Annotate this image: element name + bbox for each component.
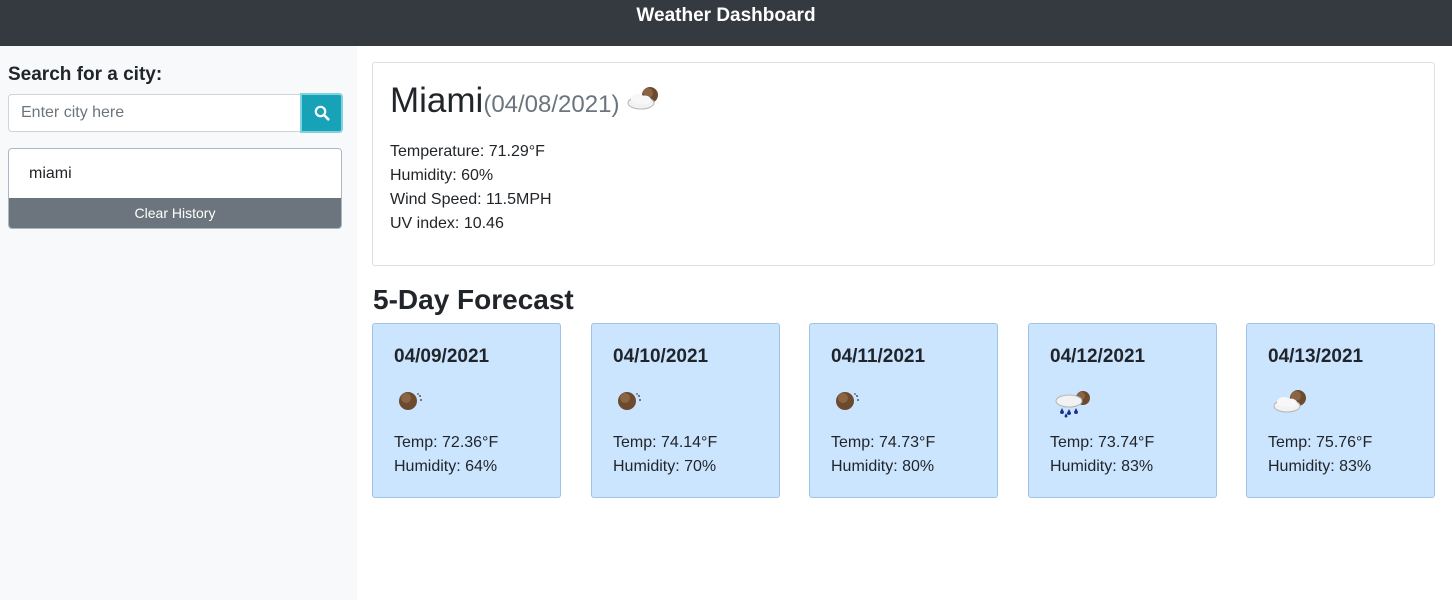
wind-speed-text: Wind Speed: 11.5MPH (390, 191, 552, 208)
forecast-temp: Temp: 74.73°F (831, 434, 936, 451)
forecast-humidity: Humidity: 83% (1050, 458, 1154, 475)
history-item-miami[interactable]: miami (9, 149, 341, 198)
forecast-date: 04/12/2021 (1050, 346, 1146, 367)
search-label: Search for a city: (8, 64, 163, 85)
forecast-humidity: Humidity: 83% (1268, 458, 1372, 475)
city-name: Miami (390, 81, 484, 120)
forecast-card: 04/10/2021 Temp: 74.14°F Humidity: 70% (591, 323, 780, 498)
forecast-humidity: Humidity: 80% (831, 458, 935, 475)
forecast-card: 04/09/2021 Temp: 72.36°F Humidity: 64% (372, 323, 561, 498)
clear-night-icon (614, 386, 646, 417)
forecast-humidity: Humidity: 64% (394, 458, 498, 475)
search-icon (314, 105, 330, 121)
search-button[interactable] (300, 93, 343, 133)
clear-night-icon (832, 386, 864, 417)
forecast-temp: Temp: 75.76°F (1268, 434, 1373, 451)
forecast-temp: Temp: 72.36°F (394, 434, 499, 451)
search-history: miami Clear History (8, 148, 342, 229)
current-weather-card: Miami (04/08/2021) Temperature: 71.29°F … (372, 62, 1435, 266)
forecast-date: 04/10/2021 (613, 346, 709, 367)
forecast-card: 04/13/2021 Temp: 75.76°F Humidity: 83% (1246, 323, 1435, 498)
forecast-title: 5-Day Forecast (373, 284, 574, 315)
humidity-text: Humidity: 60% (390, 167, 494, 184)
uv-index-text: UV index: 10.46 (390, 215, 504, 232)
forecast-card: 04/12/2021 Temp: 73.74°F Humidity: 83% (1028, 323, 1217, 498)
forecast-date: 04/11/2021 (831, 346, 926, 367)
top-bar: Weather Dashboard (0, 0, 1452, 46)
page-title: Weather Dashboard (636, 5, 816, 26)
forecast-temp: Temp: 73.74°F (1050, 434, 1155, 451)
temperature-text: Temperature: 71.29°F (390, 143, 545, 160)
city-search-input[interactable] (8, 94, 301, 132)
forecast-card: 04/11/2021 Temp: 74.73°F Humidity: 80% (809, 323, 998, 498)
forecast-humidity: Humidity: 70% (613, 458, 717, 475)
clear-history-button[interactable]: Clear History (9, 198, 341, 228)
forecast-temp: Temp: 74.14°F (613, 434, 718, 451)
current-date: (04/08/2021) (483, 91, 620, 118)
forecast-date: 04/13/2021 (1268, 346, 1364, 367)
forecast-date: 04/09/2021 (394, 346, 490, 367)
partly-cloudy-icon (625, 84, 665, 117)
rain-icon (1053, 388, 1093, 423)
current-stats: Temperature: 71.29°F Humidity: 60% Wind … (390, 140, 552, 236)
current-weather-header: Miami (04/08/2021) (390, 81, 665, 121)
sidebar: Search for a city: miami Clear History (0, 46, 357, 600)
clear-night-icon (395, 386, 427, 417)
partly-cloudy-icon (1271, 388, 1311, 421)
